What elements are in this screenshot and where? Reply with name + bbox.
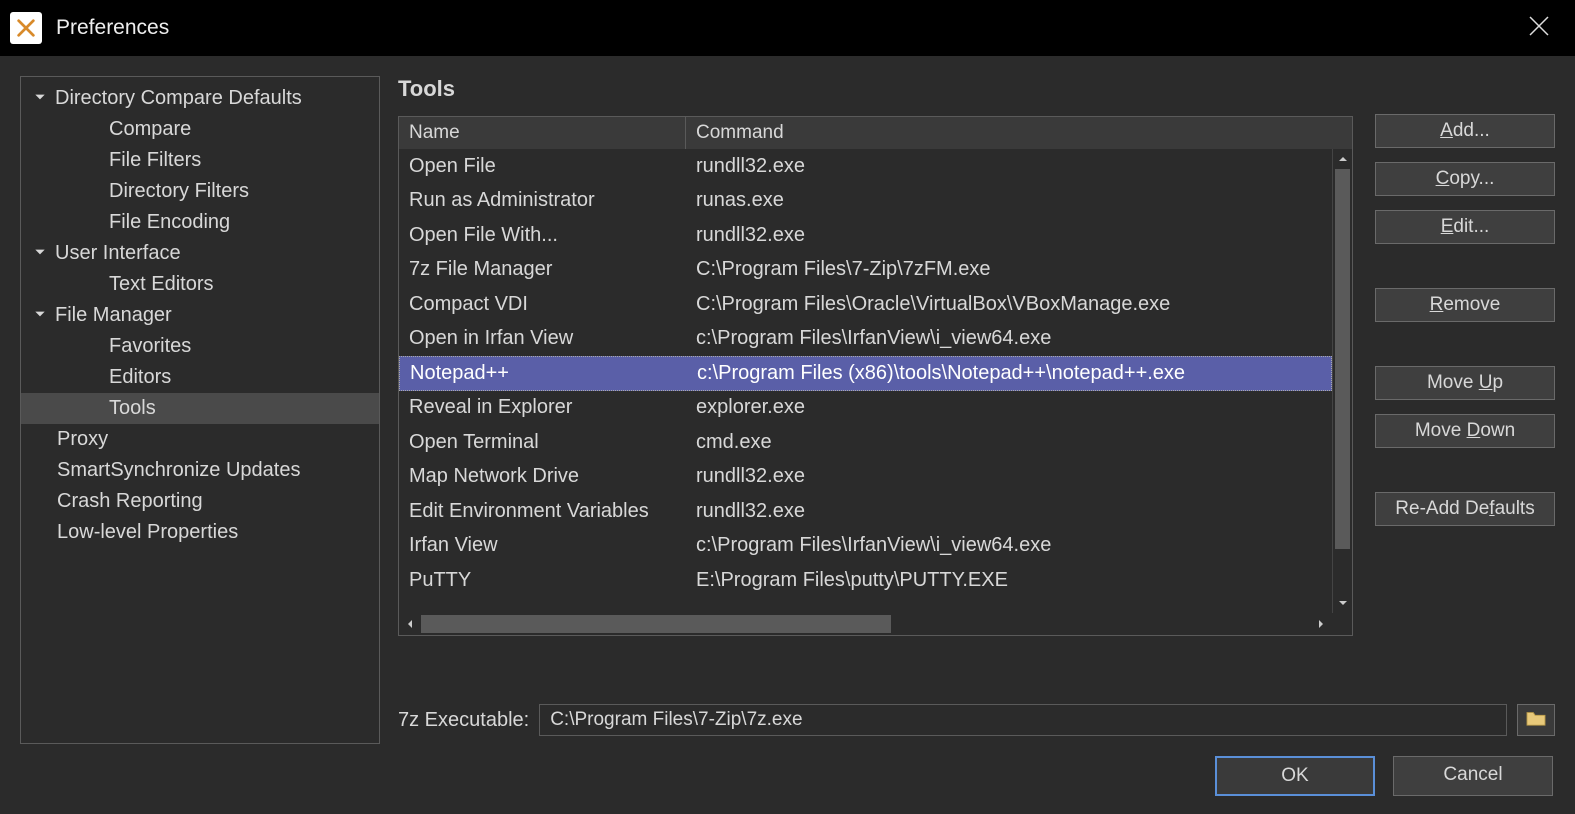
exec-label: 7z Executable:: [398, 709, 529, 732]
tools-table: Name Command Open Filerundll32.exeRun as…: [398, 116, 1353, 636]
cell-command: c:\Program Files\IrfanView\i_view64.exe: [686, 327, 1332, 350]
scroll-up-icon[interactable]: [1333, 149, 1352, 169]
scroll-left-icon[interactable]: [399, 613, 421, 635]
cell-command: C:\Program Files\7-Zip\7zFM.exe: [686, 258, 1332, 281]
table-row[interactable]: Open Terminalcmd.exe: [399, 425, 1332, 460]
tree-item[interactable]: Proxy: [21, 424, 379, 455]
cell-command: rundll32.exe: [686, 224, 1332, 247]
dialog-footer: OK Cancel: [0, 744, 1575, 814]
cell-name: Compact VDI: [399, 293, 686, 316]
tree-item[interactable]: Tools: [21, 393, 379, 424]
cell-command: c:\Program Files\IrfanView\i_view64.exe: [686, 534, 1332, 557]
tree-item[interactable]: Directory Filters: [21, 176, 379, 207]
re-add-defaults-button[interactable]: Re-Add Defaults: [1375, 492, 1555, 526]
tree-item[interactable]: File Filters: [21, 145, 379, 176]
chevron-down-icon: [33, 87, 47, 110]
tree-group-label: User Interface: [55, 242, 181, 265]
tree-item[interactable]: Favorites: [21, 331, 379, 362]
horizontal-scrollbar[interactable]: [399, 613, 1352, 635]
cancel-button[interactable]: Cancel: [1393, 756, 1553, 796]
vertical-scrollbar[interactable]: [1332, 149, 1352, 613]
scroll-right-icon[interactable]: [1310, 613, 1332, 635]
tree-item[interactable]: Low-level Properties: [21, 517, 379, 548]
window-title: Preferences: [56, 16, 169, 40]
table-row[interactable]: Irfan Viewc:\Program Files\IrfanView\i_v…: [399, 529, 1332, 564]
action-buttons: Add... Copy... Edit... Remove Move Up Mo…: [1375, 76, 1555, 662]
table-row[interactable]: Compact VDIC:\Program Files\Oracle\Virtu…: [399, 287, 1332, 322]
close-button[interactable]: [1527, 14, 1551, 43]
tools-panel: Tools Name Command Open Filerundll32.exe…: [398, 76, 1353, 662]
app-icon: [10, 12, 42, 44]
table-row[interactable]: Map Network Driverundll32.exe: [399, 460, 1332, 495]
scroll-down-icon[interactable]: [1333, 593, 1352, 613]
cell-name: Run as Administrator: [399, 189, 686, 212]
cell-name: 7z File Manager: [399, 258, 686, 281]
table-row[interactable]: 7z File ManagerC:\Program Files\7-Zip\7z…: [399, 253, 1332, 288]
cell-command: C:\Program Files\Oracle\VirtualBox\VBoxM…: [686, 293, 1332, 316]
cell-name: Notepad++: [400, 362, 687, 385]
cell-name: Open File: [399, 155, 686, 178]
cell-name: PuTTY: [399, 569, 686, 592]
tree-group-header[interactable]: Directory Compare Defaults: [21, 83, 379, 114]
titlebar: Preferences: [0, 0, 1575, 56]
tree-item[interactable]: Editors: [21, 362, 379, 393]
cell-name: Irfan View: [399, 534, 686, 557]
table-row[interactable]: Open in Irfan Viewc:\Program Files\Irfan…: [399, 322, 1332, 357]
tree-item[interactable]: Text Editors: [21, 269, 379, 300]
tree-item[interactable]: SmartSynchronize Updates: [21, 455, 379, 486]
column-name[interactable]: Name: [399, 117, 686, 149]
main-panel: Tools Name Command Open Filerundll32.exe…: [398, 76, 1555, 744]
table-row[interactable]: Edit Environment Variablesrundll32.exe: [399, 494, 1332, 529]
cell-name: Open in Irfan View: [399, 327, 686, 350]
copy-button[interactable]: Copy...: [1375, 162, 1555, 196]
category-tree: Directory Compare Defaults CompareFile Fi…: [20, 76, 380, 744]
cell-command: cmd.exe: [686, 431, 1332, 454]
table-row[interactable]: Open Filerundll32.exe: [399, 149, 1332, 184]
cell-command: rundll32.exe: [686, 500, 1332, 523]
ok-button[interactable]: OK: [1215, 756, 1375, 796]
table-body: Open Filerundll32.exeRun as Administrato…: [399, 149, 1332, 613]
cell-command: rundll32.exe: [686, 465, 1332, 488]
table-row[interactable]: Reveal in Explorerexplorer.exe: [399, 391, 1332, 426]
table-row[interactable]: Run as Administratorrunas.exe: [399, 184, 1332, 219]
cell-name: Edit Environment Variables: [399, 500, 686, 523]
tree-group-header[interactable]: File Manager: [21, 300, 379, 331]
table-header: Name Command: [399, 117, 1352, 149]
cell-command: c:\Program Files (x86)\tools\Notepad++\n…: [687, 362, 1331, 385]
tree-group-header[interactable]: User Interface: [21, 238, 379, 269]
remove-button[interactable]: Remove: [1375, 288, 1555, 322]
panel-title: Tools: [398, 76, 1353, 102]
add-button[interactable]: Add...: [1375, 114, 1555, 148]
tree-group-label: File Manager: [55, 304, 172, 327]
column-command[interactable]: Command: [686, 117, 1352, 149]
move-up-button[interactable]: Move Up: [1375, 366, 1555, 400]
tree-item[interactable]: Compare: [21, 114, 379, 145]
cell-name: Reveal in Explorer: [399, 396, 686, 419]
scroll-thumb[interactable]: [1335, 169, 1350, 549]
tree-item[interactable]: Crash Reporting: [21, 486, 379, 517]
tree-group-label: Directory Compare Defaults: [55, 87, 302, 110]
hscroll-thumb[interactable]: [421, 615, 891, 633]
exec-row: 7z Executable:: [398, 704, 1555, 736]
cell-command: E:\Program Files\putty\PUTTY.EXE: [686, 569, 1332, 592]
chevron-down-icon: [33, 242, 47, 265]
tree-item[interactable]: File Encoding: [21, 207, 379, 238]
cell-name: Map Network Drive: [399, 465, 686, 488]
folder-icon: [1525, 709, 1547, 732]
edit-button[interactable]: Edit...: [1375, 210, 1555, 244]
preferences-window: Preferences Directory Compare Defaults Co…: [0, 0, 1575, 814]
cell-command: explorer.exe: [686, 396, 1332, 419]
cell-name: Open Terminal: [399, 431, 686, 454]
cell-command: rundll32.exe: [686, 155, 1332, 178]
cell-command: runas.exe: [686, 189, 1332, 212]
chevron-down-icon: [33, 304, 47, 327]
exec-input[interactable]: [539, 704, 1507, 736]
dialog-body: Directory Compare Defaults CompareFile Fi…: [0, 56, 1575, 744]
cell-name: Open File With...: [399, 224, 686, 247]
browse-button[interactable]: [1517, 704, 1555, 736]
table-row[interactable]: PuTTYE:\Program Files\putty\PUTTY.EXE: [399, 563, 1332, 598]
table-row[interactable]: Open File With...rundll32.exe: [399, 218, 1332, 253]
table-row[interactable]: Notepad++c:\Program Files (x86)\tools\No…: [399, 356, 1332, 391]
move-down-button[interactable]: Move Down: [1375, 414, 1555, 448]
